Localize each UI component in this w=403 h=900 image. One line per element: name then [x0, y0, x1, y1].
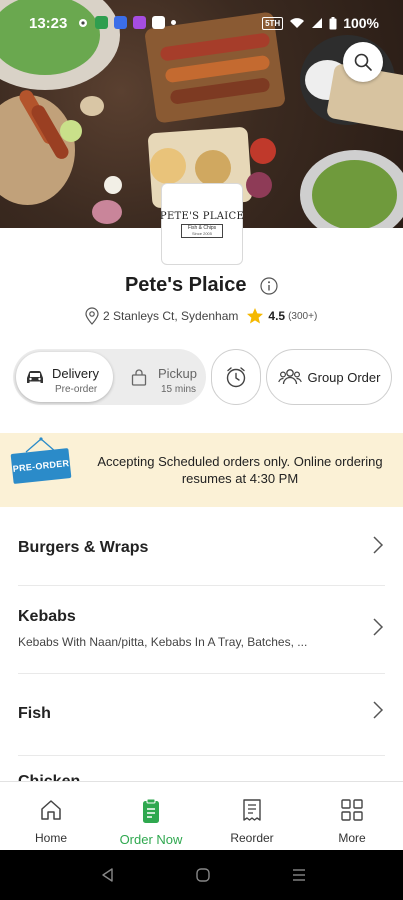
- preorder-banner: PRE-ORDER Accepting Scheduled orders onl…: [0, 433, 403, 507]
- group-icon: [277, 369, 302, 385]
- logo-since: Since 2005: [191, 230, 212, 236]
- category-title: Kebabs: [18, 608, 76, 625]
- preorder-sign-text: PRE-ORDER: [12, 458, 70, 474]
- shopping-bag-icon: [131, 369, 147, 386]
- restaurant-address[interactable]: 2 Stanleys Ct, Sydenham: [103, 309, 238, 323]
- order-icon: [143, 798, 159, 823]
- nav-order-now-label: Order Now: [119, 832, 183, 847]
- battery-percent: 100%: [343, 15, 379, 31]
- recent-apps-icon[interactable]: [291, 867, 307, 883]
- delivery-label: Delivery: [52, 366, 99, 381]
- nav-home-label: Home: [34, 831, 67, 845]
- restaurant-logo: PETE'S PLAICE Fish & Chips Since 2005: [159, 183, 245, 265]
- app-notification-icon: [133, 16, 146, 29]
- restaurant-meta: 2 Stanleys Ct, Sydenham 4.5 (300+): [84, 306, 317, 326]
- notification-icons: [77, 16, 176, 29]
- search-icon: [354, 53, 372, 71]
- category-title: Burgers & Wraps: [18, 539, 149, 556]
- car-icon: [27, 371, 43, 383]
- info-icon[interactable]: [260, 277, 278, 295]
- status-time: 13:23: [29, 15, 68, 32]
- app-notification-icon: [152, 16, 165, 29]
- delivery-option[interactable]: Delivery Pre-order: [16, 352, 113, 402]
- nav-home[interactable]: Home: [1, 782, 101, 851]
- nav-reorder-label: Reorder: [230, 831, 274, 845]
- location-pin-icon: [85, 307, 99, 325]
- restaurant-name-row: Pete's Plaice: [0, 274, 403, 297]
- schedule-button[interactable]: [211, 349, 261, 405]
- search-button[interactable]: [343, 42, 383, 82]
- category-row[interactable]: Fish: [0, 674, 403, 754]
- system-navigation-bar: [0, 850, 403, 900]
- category-row[interactable]: Kebabs Kebabs With Naan/pitta, Kebabs In…: [0, 586, 403, 672]
- star-icon: [247, 308, 264, 324]
- back-icon[interactable]: [100, 867, 116, 883]
- rating-value: 4.5: [268, 309, 286, 323]
- chevron-right-icon: [373, 618, 384, 636]
- pickup-label: Pickup: [158, 366, 198, 381]
- pickup-option[interactable]: Pickup 15 mins: [117, 352, 203, 402]
- rating-count: (300+): [288, 310, 318, 322]
- logo-title: PETE'S PLAICE: [159, 210, 245, 222]
- pickup-sub: 15 mins: [161, 384, 197, 395]
- nav-order-now[interactable]: Order Now: [101, 782, 201, 851]
- category-row[interactable]: Burgers & Wraps: [0, 507, 403, 585]
- preorder-sign: PRE-ORDER: [10, 448, 72, 484]
- chevron-right-icon: [373, 701, 384, 719]
- app-notification-icon: [95, 16, 108, 29]
- banner-message: Accepting Scheduled orders only. Online …: [97, 454, 383, 486]
- group-order-label: Group Order: [307, 369, 381, 385]
- nav-more-label: More: [338, 831, 366, 845]
- delivery-sub: Pre-order: [55, 384, 98, 395]
- bottom-nav: Home Order Now Reorder More: [0, 781, 403, 850]
- gear-icon: [79, 18, 87, 27]
- nav-more[interactable]: More: [302, 782, 402, 851]
- category-title: Chicken: [18, 773, 80, 781]
- restaurant-name: Pete's Plaice: [124, 274, 247, 297]
- home-circle-icon[interactable]: [195, 867, 211, 883]
- network-badge: 5TH: [262, 16, 284, 30]
- category-title: Fish: [18, 705, 51, 722]
- receipt-icon: [243, 799, 261, 821]
- logo-badge: Fish & Chips Since 2005: [180, 223, 224, 238]
- nav-reorder[interactable]: Reorder: [202, 782, 302, 851]
- notification-dot-icon: [171, 20, 176, 25]
- grid-icon: [341, 799, 363, 821]
- status-bar: 13:23 5TH 100%: [0, 0, 403, 46]
- signal-icon: [312, 18, 323, 28]
- logo-subtitle: Fish & Chips: [187, 224, 217, 231]
- group-order-button[interactable]: Group Order: [266, 349, 392, 405]
- category-subtitle: Kebabs With Naan/pitta, Kebabs In A Tray…: [18, 635, 308, 649]
- clock-icon: [226, 367, 246, 388]
- category-row[interactable]: Chicken: [0, 756, 403, 781]
- battery-icon: [329, 16, 337, 29]
- messenger-icon: [114, 16, 127, 29]
- chevron-right-icon: [373, 536, 384, 554]
- home-icon: [41, 800, 61, 820]
- order-mode-toggle: Delivery Pre-order Pickup 15 mins: [13, 349, 206, 405]
- wifi-icon: [290, 18, 305, 28]
